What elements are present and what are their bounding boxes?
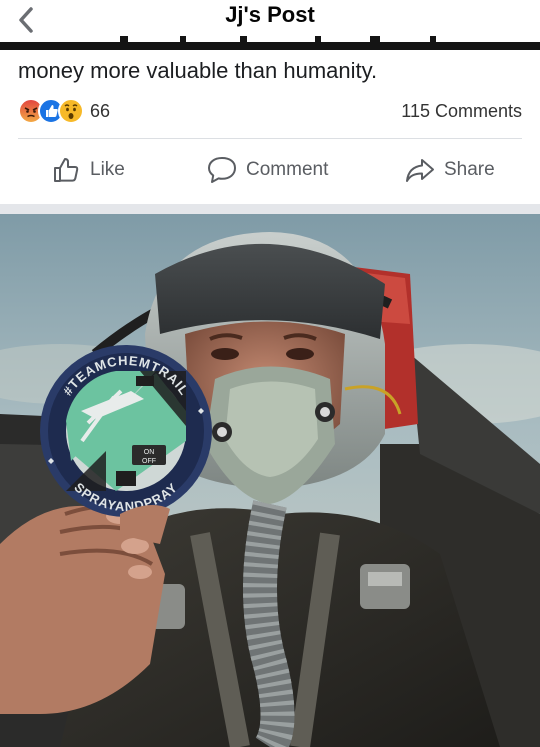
comment-button[interactable]: Comment [206, 154, 328, 186]
reaction-count: 66 [90, 100, 111, 121]
like-button[interactable]: Like [52, 154, 125, 186]
section-gap [0, 204, 540, 214]
comment-bubble-icon [208, 157, 236, 183]
post-photo[interactable]: ON OFF #TEAMCHEMTRAIL SPRAYANDPRAY [0, 214, 540, 747]
cropped-content-bar [0, 36, 540, 50]
share-arrow-icon [406, 159, 434, 182]
patch-off-label: OFF [142, 458, 156, 465]
pilot-selfie-image: ON OFF #TEAMCHEMTRAIL SPRAYANDPRAY [0, 214, 540, 747]
header-bar: Jj's Post [0, 0, 540, 44]
patch-on-label: ON [144, 449, 155, 456]
reactions-summary[interactable]: 66 [18, 97, 110, 125]
chemtrail-patch: ON OFF #TEAMCHEMTRAIL SPRAYANDPRAY [40, 345, 212, 517]
post-actions: Like Comment Share [0, 140, 540, 202]
thumbs-up-icon [54, 158, 79, 182]
page-title: Jj's Post [225, 2, 315, 27]
divider [18, 138, 522, 139]
post-text: money more valuable than humanity. [18, 58, 378, 83]
wow-icon [58, 98, 84, 124]
comments-count-link[interactable]: 115 Comments [401, 101, 522, 122]
share-label: Share [444, 159, 495, 180]
like-label: Like [90, 159, 125, 180]
comment-label: Comment [246, 159, 329, 180]
share-button[interactable]: Share [404, 154, 495, 186]
